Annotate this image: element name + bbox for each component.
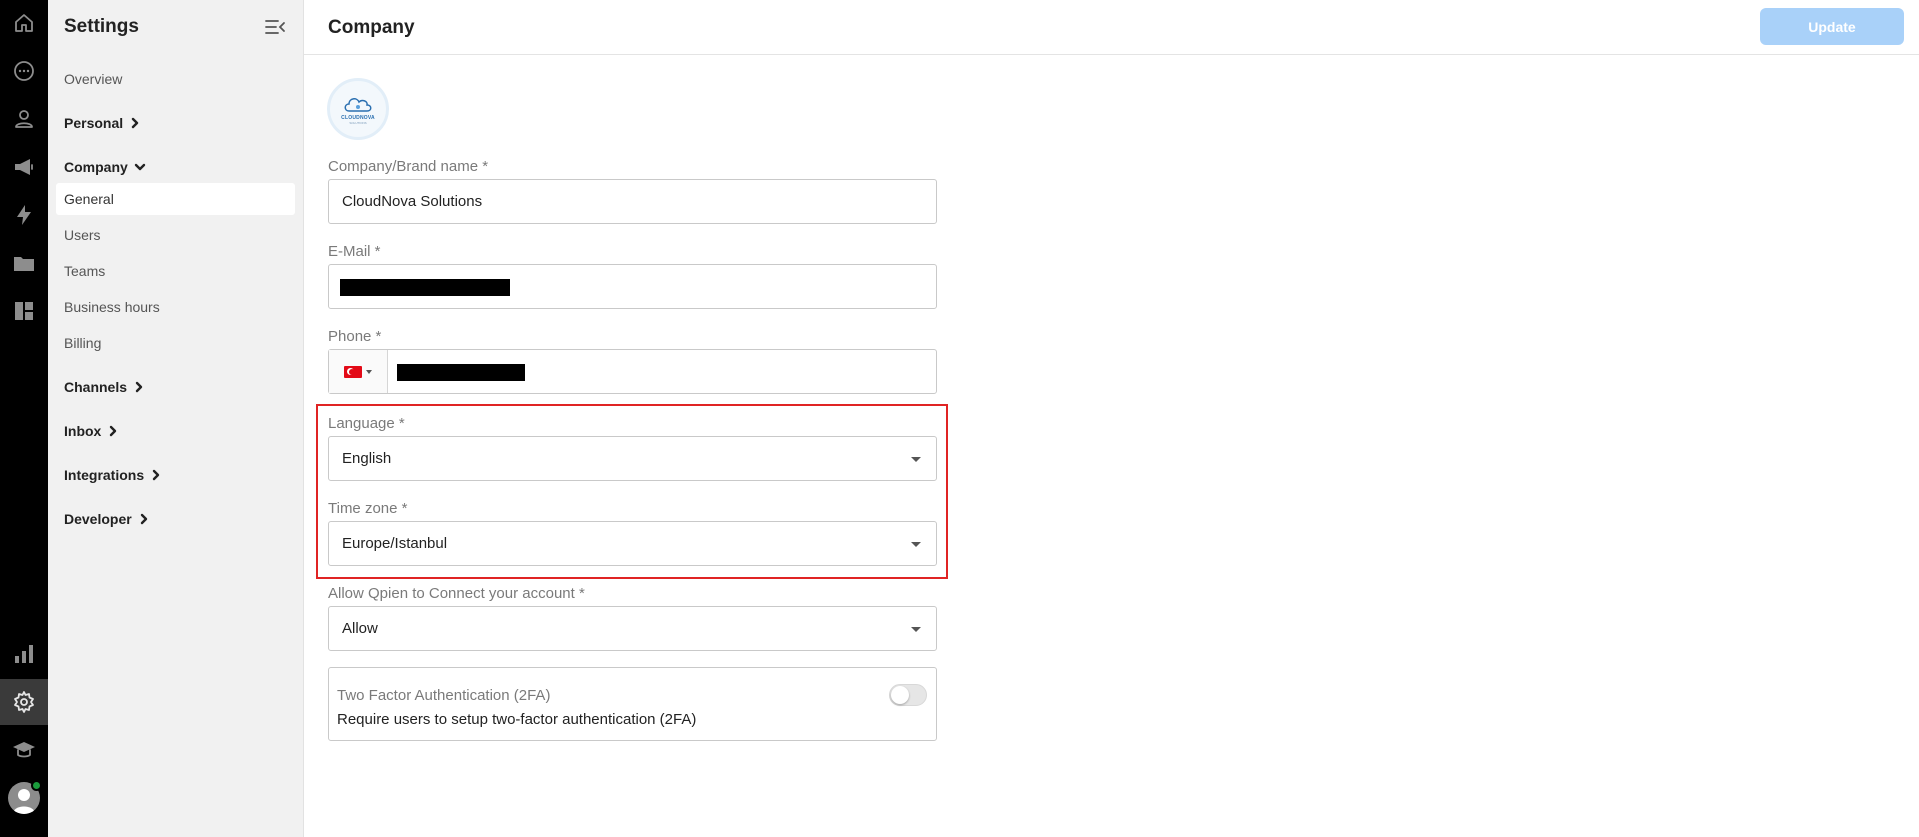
academy-button[interactable] [0,727,48,773]
twofa-toggle[interactable] [889,684,927,706]
allow-connect-value: Allow [342,620,378,637]
chevron-right-icon [110,425,117,437]
company-logo[interactable]: CLOUDNOVA SOLUTIONS [327,78,389,140]
logo-subtitle: SOLUTIONS [349,121,367,125]
home-icon [15,14,33,32]
sidebar-group-label: Company [64,159,128,175]
files-button[interactable] [0,240,48,286]
sidebar-item-teams[interactable]: Teams [64,263,105,279]
company-name-value: CloudNova Solutions [342,193,483,210]
lightning-icon [17,205,31,225]
sidebar-group-inbox[interactable]: Inbox [64,423,119,439]
campaigns-button[interactable] [0,144,48,190]
megaphone-icon [15,159,33,175]
chat-button[interactable] [0,48,48,94]
sidebar-group-label: Channels [64,379,128,395]
sidebar-item-business-hours[interactable]: Business hours [64,299,160,315]
company-name-label: Company/Brand name * [328,158,489,175]
sidebar-group-developer[interactable]: Developer [64,511,150,527]
update-button[interactable]: Update [1760,8,1904,45]
sidebar-group-label: Inbox [64,423,102,439]
sidebar-item-general[interactable]: General [64,191,114,207]
sidebar-group-channels[interactable]: Channels [64,379,145,395]
contacts-button[interactable] [0,96,48,142]
dashboard-icon [15,302,33,320]
email-redacted-value [340,279,510,296]
email-input[interactable] [328,264,937,309]
collapse-menu-icon [265,20,285,34]
twofa-card: Two Factor Authentication (2FA) Require … [328,667,937,741]
timezone-value: Europe/Istanbul [342,535,448,552]
gear-icon [14,691,34,713]
cloud-logo-icon [344,98,372,112]
settings-sidebar: Settings Overview Personal Company Gener… [48,0,304,837]
company-name-input[interactable]: CloudNova Solutions [328,179,937,224]
chevron-right-icon [140,513,147,525]
page-title: Company [328,17,415,38]
chat-icon [14,61,34,81]
home-button[interactable] [0,0,48,46]
caret-down-icon [366,369,372,374]
online-status-dot [31,780,42,791]
caret-down-icon [911,457,921,462]
chevron-down-icon [134,163,145,171]
timezone-select[interactable]: Europe/Istanbul [328,521,937,566]
allow-connect-select[interactable]: Allow [328,606,937,651]
folder-user-icon [14,257,34,271]
chevron-right-icon [152,469,160,481]
sidebar-item-users[interactable]: Users [64,227,101,243]
sidebar-group-personal[interactable]: Personal [64,115,141,131]
twofa-title: Two Factor Authentication (2FA) [337,687,551,704]
graduation-cap-icon [13,742,35,758]
page-header: Company Update [304,0,1919,55]
icon-rail [0,0,48,837]
phone-redacted-value [397,364,525,381]
settings-button[interactable] [0,679,48,725]
reports-button[interactable] [0,631,48,677]
sidebar-item-billing[interactable]: Billing [64,335,101,351]
sidebar-group-label: Developer [64,511,132,527]
email-label: E-Mail * [328,243,381,260]
chevron-right-icon [131,117,139,129]
bar-chart-icon [15,645,33,663]
automation-button[interactable] [0,192,48,238]
dashboard-button[interactable] [0,288,48,334]
caret-down-icon [911,627,921,632]
collapse-sidebar-button[interactable] [264,17,286,37]
caret-down-icon [911,542,921,547]
turkey-flag-icon [344,365,362,378]
chevron-right-icon [135,381,143,393]
sidebar-group-integrations[interactable]: Integrations [64,467,162,483]
language-value: English [342,450,392,467]
toggle-knob [891,686,909,704]
phone-input[interactable] [328,349,937,394]
sidebar-group-company[interactable]: Company [64,159,146,175]
sidebar-title: Settings [64,16,139,37]
twofa-description: Require users to setup two-factor authen… [337,711,697,728]
language-label: Language * [328,415,405,432]
timezone-label: Time zone * [328,500,408,517]
sidebar-item-overview[interactable]: Overview [64,71,122,87]
phone-label: Phone * [328,328,382,345]
sidebar-group-label: Integrations [64,467,145,483]
sidebar-group-label: Personal [64,115,124,131]
language-select[interactable]: English [328,436,937,481]
country-selector[interactable] [329,350,388,393]
contacts-icon [15,110,33,128]
allow-connect-label: Allow Qpien to Connect your account * [328,585,585,602]
